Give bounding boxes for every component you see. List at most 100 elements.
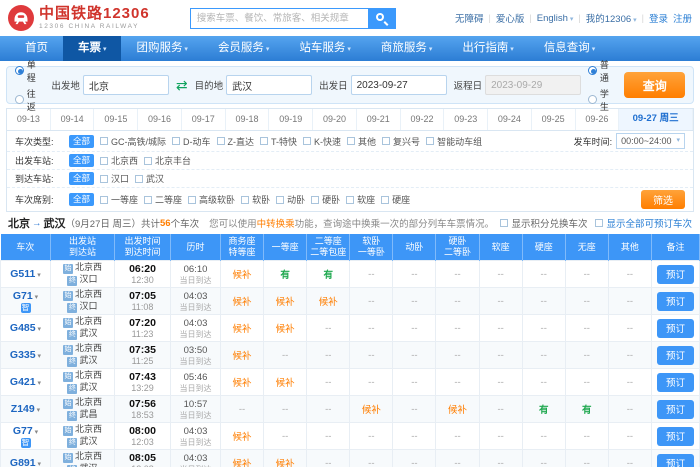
nav-item-3[interactable]: 会员服务 ▾ [203, 36, 284, 61]
train-number-link[interactable]: G421 [10, 376, 36, 388]
date-tab-09-26[interactable]: 09-26 [576, 109, 620, 130]
book-button[interactable]: 预订 [657, 427, 694, 446]
date-tab-09-20[interactable]: 09-20 [313, 109, 357, 130]
date-tab-09-23[interactable]: 09-23 [444, 109, 488, 130]
chevron-down-icon[interactable]: ▾ [35, 407, 40, 414]
seat-cell-0: 候补 [221, 288, 264, 315]
depart-date-input[interactable] [351, 75, 447, 95]
train-number-link[interactable]: G511 [10, 268, 35, 280]
logo[interactable]: 中国铁路12306 12306 CHINA RAILWAY [8, 5, 150, 31]
login-link[interactable]: 登录 [649, 11, 668, 25]
train-number-link[interactable]: G485 [10, 322, 36, 334]
date-tab-09-18[interactable]: 09-18 [226, 109, 270, 130]
book-button[interactable]: 预订 [657, 373, 694, 392]
transfer-link[interactable]: 中转换乘 [257, 219, 295, 230]
from-input[interactable] [83, 75, 169, 95]
filter-option-2-0[interactable]: 汉口 [100, 172, 129, 185]
apply-filter-button[interactable]: 筛选 [641, 190, 685, 209]
filter-option-3-0[interactable]: 一等座 [100, 193, 138, 206]
header-line1: 硬卧 [449, 236, 467, 246]
filter-option-3-6[interactable]: 软座 [346, 193, 375, 206]
chevron-down-icon[interactable]: ▾ [36, 380, 41, 387]
date-tab-09-16[interactable]: 09-16 [138, 109, 182, 130]
book-button[interactable]: 预订 [657, 400, 694, 419]
chevron-down-icon[interactable]: ▾ [33, 294, 38, 301]
remark-cell: 预订 [652, 423, 700, 450]
header-link-2[interactable]: English ▾ [537, 13, 574, 24]
chevron-down-icon[interactable]: ▾ [36, 326, 41, 333]
filter-all-tag[interactable]: 全部 [69, 193, 94, 206]
filter-option-0-6[interactable]: 复兴号 [382, 135, 420, 148]
filter-option-3-7[interactable]: 硬座 [381, 193, 410, 206]
swap-stations-icon[interactable]: ⇄ [176, 78, 188, 92]
passenger-normal-radio[interactable]: 普通 [588, 58, 617, 84]
train-number-link[interactable]: G71 [13, 290, 33, 302]
book-button[interactable]: 预订 [657, 454, 694, 467]
filter-option-2-1[interactable]: 武汉 [135, 172, 164, 185]
filter-option-3-3[interactable]: 软卧 [241, 193, 270, 206]
nav-item-6[interactable]: 出行指南 ▾ [447, 36, 528, 61]
date-tab-09-24[interactable]: 09-24 [488, 109, 532, 130]
header-link-3[interactable]: 我的12306 ▾ [586, 11, 637, 25]
filter-option-1-0[interactable]: 北京西 [100, 154, 138, 167]
return-date-input[interactable] [485, 75, 581, 95]
date-tab-active[interactable]: 09-27 周三 [619, 109, 693, 130]
nav-item-1[interactable]: 车票 ▾ [63, 36, 121, 61]
train-number-link[interactable]: Z149 [11, 403, 35, 415]
date-tab-09-15[interactable]: 09-15 [94, 109, 138, 130]
train-number-link[interactable]: G335 [10, 349, 36, 361]
train-number-link[interactable]: G891 [10, 457, 36, 467]
show-all-bookable-checkbox[interactable]: 显示全部可预订车次 [595, 216, 692, 230]
header-link-0[interactable]: 无障碍 [455, 11, 484, 25]
search-button[interactable] [368, 8, 396, 29]
filter-option-1-1[interactable]: 北京丰台 [144, 154, 191, 167]
date-tab-09-14[interactable]: 09-14 [51, 109, 95, 130]
query-button[interactable]: 查询 [624, 72, 685, 98]
filter-option-0-2[interactable]: Z-直达 [217, 135, 255, 148]
book-button[interactable]: 预订 [657, 319, 694, 338]
chevron-down-icon[interactable]: ▾ [36, 461, 41, 467]
filter-all-tag[interactable]: 全部 [69, 172, 94, 185]
date-tab-09-13[interactable]: 09-13 [7, 109, 51, 130]
filter-option-0-7[interactable]: 智能动车组 [426, 135, 482, 148]
filter-option-3-2[interactable]: 高级软卧 [188, 193, 235, 206]
filter-option-3-4[interactable]: 动卧 [276, 193, 305, 206]
filter-all-tag[interactable]: 全部 [69, 154, 94, 167]
chevron-down-icon[interactable]: ▾ [33, 429, 38, 436]
seat-cell-0: -- [221, 396, 264, 423]
chevron-down-icon[interactable]: ▾ [35, 272, 40, 279]
date-tab-09-22[interactable]: 09-22 [401, 109, 445, 130]
filter-option-0-0[interactable]: GC-高铁/城际 [100, 135, 166, 148]
nav-item-4[interactable]: 站车服务 ▾ [284, 36, 365, 61]
nav-item-2[interactable]: 团购服务 ▾ [121, 36, 202, 61]
header-link-1[interactable]: 爱心版 [496, 11, 525, 25]
trip-oneway-radio[interactable]: 单程 [15, 58, 44, 84]
date-tab-09-21[interactable]: 09-21 [357, 109, 401, 130]
depart-time-select[interactable]: 00:00~24:00▾ [616, 133, 685, 149]
arrival-note: 当日到达 [171, 357, 220, 366]
show-points-checkbox[interactable]: 显示积分兑换车次 [500, 216, 587, 230]
chevron-down-icon[interactable]: ▾ [36, 353, 41, 360]
filter-option-0-5[interactable]: 其他 [347, 135, 376, 148]
seat-availability: 候补 [233, 432, 252, 443]
book-button[interactable]: 预订 [657, 346, 694, 365]
filter-option-0-1[interactable]: D-动车 [172, 135, 211, 148]
seat-cell-2: -- [307, 315, 350, 342]
to-input[interactable] [226, 75, 312, 95]
search-input[interactable] [190, 8, 368, 29]
nav-item-5[interactable]: 商旅服务 ▾ [366, 36, 447, 61]
date-tab-09-25[interactable]: 09-25 [532, 109, 576, 130]
filter-option-0-4[interactable]: K-快速 [303, 135, 341, 148]
filter-all-tag[interactable]: 全部 [69, 135, 94, 148]
filter-option-3-5[interactable]: 硬卧 [311, 193, 340, 206]
origin-tag-icon: 始 [63, 426, 73, 436]
book-button[interactable]: 预订 [657, 292, 694, 311]
filter-option-3-1[interactable]: 二等座 [144, 193, 182, 206]
book-button[interactable]: 预订 [657, 265, 694, 284]
date-tab-09-19[interactable]: 09-19 [269, 109, 313, 130]
train-number-link[interactable]: G77 [13, 425, 33, 437]
register-link[interactable]: 注册 [673, 11, 692, 25]
filter-option-0-3[interactable]: T-特快 [260, 135, 297, 148]
ticket-search-form: 单程 往返 出发地 ⇄ 目的地 出发日 返程日 普通 学生 查询 [6, 66, 694, 104]
date-tab-09-17[interactable]: 09-17 [182, 109, 226, 130]
